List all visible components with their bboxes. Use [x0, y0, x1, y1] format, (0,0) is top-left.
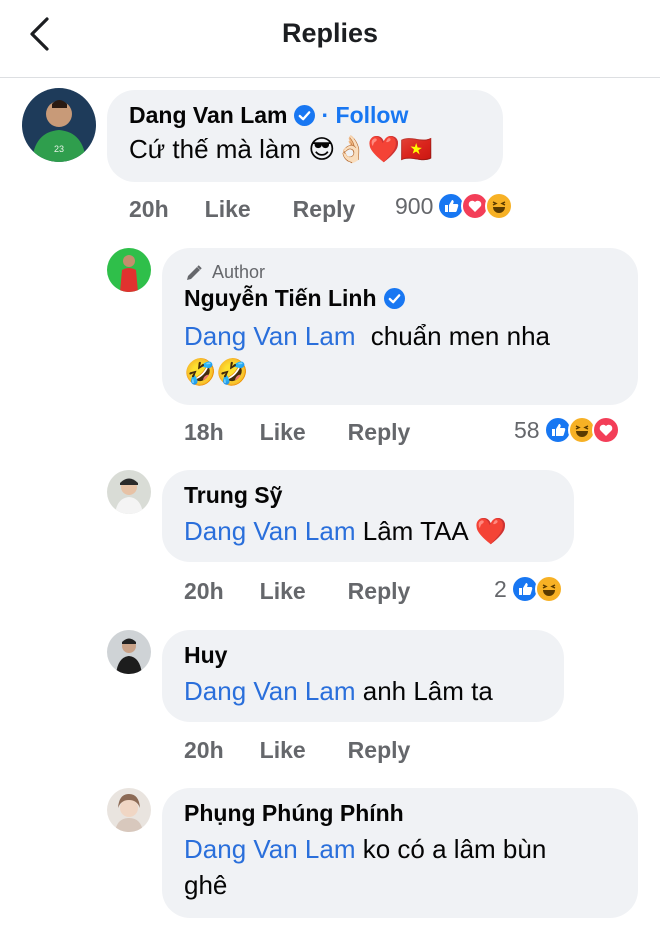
reaction-count: 58: [514, 416, 540, 443]
timestamp: 20h: [129, 196, 169, 222]
comment-author: Huy: [184, 642, 542, 669]
mention-link[interactable]: Dang Van Lam: [184, 516, 356, 546]
comment-text: Cứ thế mà làm 😎👌🏻❤️🇻🇳: [129, 134, 433, 164]
comment-bubble: Huy Dang Van Lam anh Lâm ta: [162, 630, 564, 722]
timestamp: 18h: [184, 419, 224, 445]
comment-text: Dang Van Lam ko có a lâm bùn: [184, 831, 616, 867]
haha-icon: [534, 575, 563, 603]
avatar[interactable]: [107, 470, 151, 514]
avatar[interactable]: [107, 630, 151, 674]
mention-link[interactable]: Dang Van Lam: [184, 676, 356, 706]
reaction-summary[interactable]: 58: [514, 416, 620, 444]
comment-actions: 18h Like Reply: [184, 419, 410, 446]
reaction-summary[interactable]: 900: [395, 192, 514, 220]
timestamp: 20h: [184, 578, 224, 604]
comment-actions: 20h Like Reply: [184, 737, 410, 764]
author-badge: Author: [184, 262, 616, 283]
like-button[interactable]: Like: [260, 737, 306, 764]
timestamp: 20h: [184, 737, 224, 763]
reaction-count: 900: [395, 192, 434, 219]
comment-actions: 20h Like Reply: [129, 196, 355, 223]
comment-body: ko có a lâm bùn: [355, 834, 547, 864]
mention-link[interactable]: Dang Van Lam: [184, 834, 356, 864]
comment-text: Dang Van Lam chuẩn men nha: [184, 318, 616, 354]
comment-author: Phụng Phúng Phính: [184, 800, 616, 827]
author-name[interactable]: Dang Van Lam: [129, 102, 287, 129]
author-label: Author: [212, 262, 266, 282]
like-button[interactable]: Like: [260, 578, 306, 605]
comment-emoji: 🤣🤣: [184, 357, 249, 387]
author-name[interactable]: Huy: [184, 642, 227, 669]
avatar[interactable]: 23: [22, 88, 96, 162]
like-button[interactable]: Like: [260, 419, 306, 446]
follow-button[interactable]: · Follow: [321, 102, 408, 129]
comment-bubble: Trung Sỹ Dang Van Lam Lâm TAA ❤️: [162, 470, 574, 562]
verified-badge-icon: [383, 288, 405, 309]
page-title: Replies: [281, 18, 379, 48]
mention-link[interactable]: Dang Van Lam: [184, 321, 356, 351]
avatar[interactable]: [107, 248, 151, 292]
comment-bubble: Author Nguyễn Tiến Linh Dang Van Lam chu…: [162, 248, 638, 405]
avatar[interactable]: [107, 788, 151, 832]
reply-button[interactable]: Reply: [348, 737, 411, 764]
pencil-icon: [187, 264, 202, 280]
love-icon: [591, 416, 620, 444]
comment-author: Nguyễn Tiến Linh: [184, 285, 616, 312]
comment-author: Trung Sỹ: [184, 482, 552, 509]
reply-button[interactable]: Reply: [348, 419, 411, 446]
comment-text-continued: ghê: [184, 870, 228, 900]
top-bar: Replies: [0, 0, 660, 78]
comment-body: Lâm TAA ❤️: [355, 516, 507, 546]
comment-body: anh Lâm ta: [355, 676, 493, 706]
comment-author: Dang Van Lam · Follow: [129, 102, 481, 129]
haha-icon: [485, 192, 514, 220]
svg-text:23: 23: [54, 144, 64, 154]
author-name[interactable]: Phụng Phúng Phính: [184, 800, 404, 827]
verified-badge-icon: [294, 105, 316, 126]
comment-bubble: Phụng Phúng Phính Dang Van Lam ko có a l…: [162, 788, 638, 918]
reply-button[interactable]: Reply: [348, 578, 411, 605]
reply-button[interactable]: Reply: [293, 196, 356, 223]
comment-actions: 20h Like Reply: [184, 578, 410, 605]
comment-text: Dang Van Lam anh Lâm ta: [184, 673, 542, 709]
reaction-count: 2: [494, 575, 507, 602]
author-name[interactable]: Nguyễn Tiến Linh: [184, 285, 377, 312]
like-button[interactable]: Like: [205, 196, 251, 223]
comment-bubble: Dang Van Lam · Follow Cứ thế mà làm 😎👌🏻❤…: [107, 90, 503, 182]
reaction-summary[interactable]: 2: [494, 575, 563, 603]
author-name[interactable]: Trung Sỹ: [184, 482, 282, 509]
comment-text: Dang Van Lam Lâm TAA ❤️: [184, 513, 552, 549]
comment-body: chuẩn men nha: [363, 321, 550, 351]
